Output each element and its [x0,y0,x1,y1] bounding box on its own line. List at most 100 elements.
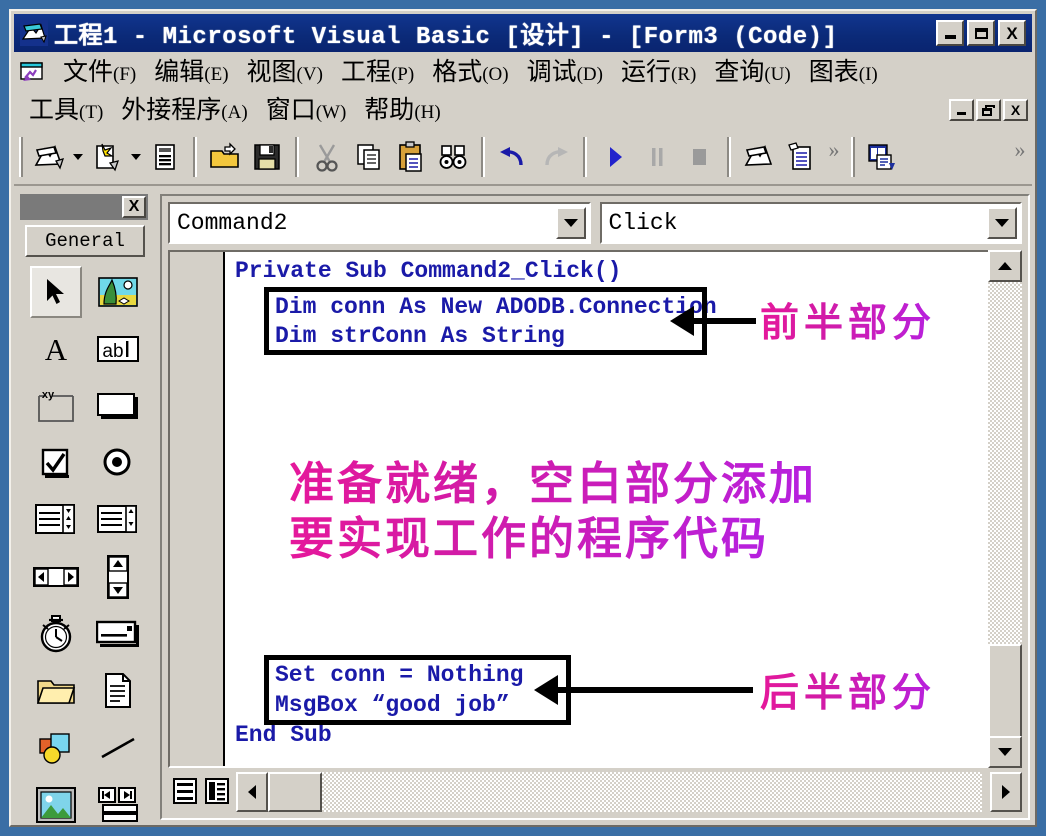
label-a-icon: A [45,333,68,365]
data-tool[interactable] [92,779,144,831]
frame-tool[interactable]: xy [30,380,82,432]
checkbox-tool[interactable] [30,437,82,489]
scroll-left-button[interactable] [236,772,268,812]
menu-item-view[interactable]: 视图(V) [238,60,332,85]
full-module-view-button[interactable] [202,774,232,808]
end-button[interactable] [678,136,720,178]
project-explorer-button[interactable] [738,136,780,178]
checkbox-icon [41,448,69,478]
horizontal-scroll-thumb[interactable] [268,772,322,812]
find-button[interactable] [432,136,474,178]
filelistbox-tool[interactable] [92,665,144,717]
mdi-close-icon: X [1010,102,1021,118]
toolbar-separator [727,137,731,177]
paste-button[interactable] [390,136,432,178]
mdi-close-button[interactable]: X [1003,99,1028,121]
arrow-head-first-half [670,306,694,336]
commandbutton-tool[interactable] [92,380,144,432]
procedure-combo-dropdown-button[interactable] [987,207,1017,239]
combobox-tool[interactable] [30,494,82,546]
menu-item-tools[interactable]: 工具(T) [20,98,112,123]
toolbox-tab-general[interactable]: General [25,225,145,257]
close-button[interactable]: X [998,20,1026,46]
break-button[interactable] [636,136,678,178]
start-button[interactable] [594,136,636,178]
open-project-button[interactable] [204,136,246,178]
code-editor-area[interactable]: Private Sub Command2_Click() Dim conn As… [168,250,1022,768]
drivelistbox-tool[interactable] [92,608,144,660]
toolbar-overflow-button-2[interactable]: » [1008,135,1032,179]
menu-item-window[interactable]: 窗口(W) [257,98,356,123]
menu-item-diagram[interactable]: 图表(I) [800,60,887,85]
menu-item-format[interactable]: 格式(O) [423,60,517,85]
maximize-button[interactable] [967,20,995,46]
arrow-head-second-half [534,675,558,705]
add-project-dropdown[interactable] [70,136,86,178]
vscrollbar-icon [107,555,129,599]
picturebox-tool[interactable] [92,266,144,318]
procedure-view-button[interactable] [170,774,200,808]
toolbar-separator [193,137,197,177]
menu-item-run[interactable]: 运行(R) [612,60,705,85]
code-text-area[interactable]: Private Sub Command2_Click() Dim conn As… [227,252,1020,766]
menu-item-file[interactable]: 文件(F) [54,60,145,85]
redo-button[interactable] [534,136,576,178]
highlight-box-first-half [264,287,707,355]
listbox-tool[interactable] [92,494,144,546]
data-view-button[interactable] [860,136,902,178]
hscrollbar-tool[interactable] [30,551,82,603]
toolbox-close-button[interactable]: X [122,196,146,218]
maximize-icon [974,27,988,39]
mdi-control-icon[interactable] [20,61,44,83]
textbox-tool[interactable]: ab [92,323,144,375]
toolbar-grip[interactable] [19,137,23,177]
properties-window-button[interactable] [780,136,822,178]
minimize-button[interactable] [936,20,964,46]
mdi-restore-icon [982,104,995,116]
close-icon: X [1006,23,1018,43]
menu-bar-row-2: 工具(T) 外接程序(A) 窗口(W) 帮助(H) X [14,92,1032,128]
arrow-line-second-half [558,687,753,693]
timer-tool[interactable] [30,608,82,660]
vscrollbar-tool[interactable] [92,551,144,603]
scroll-down-button[interactable] [988,736,1022,768]
mdi-minimize-button[interactable] [949,99,974,121]
arrow-right-icon [1002,785,1010,799]
toolbox-tab-label: General [45,230,125,252]
horizontal-scroll-track[interactable] [268,772,982,812]
standard-toolbar: » » [14,130,1032,186]
line-tool[interactable] [92,722,144,774]
margin-indicator-bar [170,252,225,766]
shape-tool[interactable] [30,722,82,774]
undo-button[interactable] [492,136,534,178]
optionbutton-tool[interactable] [92,437,144,489]
add-project-button[interactable] [28,136,70,178]
menu-item-edit[interactable]: 编辑(E) [145,60,237,85]
add-form-dropdown[interactable] [128,136,144,178]
menu-item-debug[interactable]: 调试(D) [518,60,612,85]
menu-editor-button[interactable] [144,136,186,178]
procedure-combo[interactable]: Click [599,202,1022,244]
object-combo[interactable]: Command2 [168,202,591,244]
object-combo-dropdown-button[interactable] [555,207,586,239]
toolbar-grip-2[interactable] [851,137,855,177]
menu-item-addins[interactable]: 外接程序(A) [112,98,256,123]
dirlistbox-tool[interactable] [30,665,82,717]
cut-button[interactable] [306,136,348,178]
code-vertical-scrollbar[interactable] [988,250,1022,768]
copy-button[interactable] [348,136,390,178]
listbox-icon [97,505,137,533]
pointer-tool[interactable] [30,266,82,318]
menu-item-project[interactable]: 工程(P) [332,60,423,85]
menu-item-help[interactable]: 帮助(H) [355,98,449,123]
image-tool[interactable] [30,779,82,831]
scroll-right-button[interactable] [990,772,1022,812]
label-tool[interactable]: A [30,323,82,375]
mdi-restore-button[interactable] [976,99,1001,121]
add-form-button[interactable] [86,136,128,178]
scroll-up-button[interactable] [988,250,1022,282]
toolbar-overflow-button[interactable]: » [822,135,846,179]
menu-item-query[interactable]: 查询(U) [705,60,799,85]
save-project-button[interactable] [246,136,288,178]
frame-xy-icon: xy [38,389,74,422]
